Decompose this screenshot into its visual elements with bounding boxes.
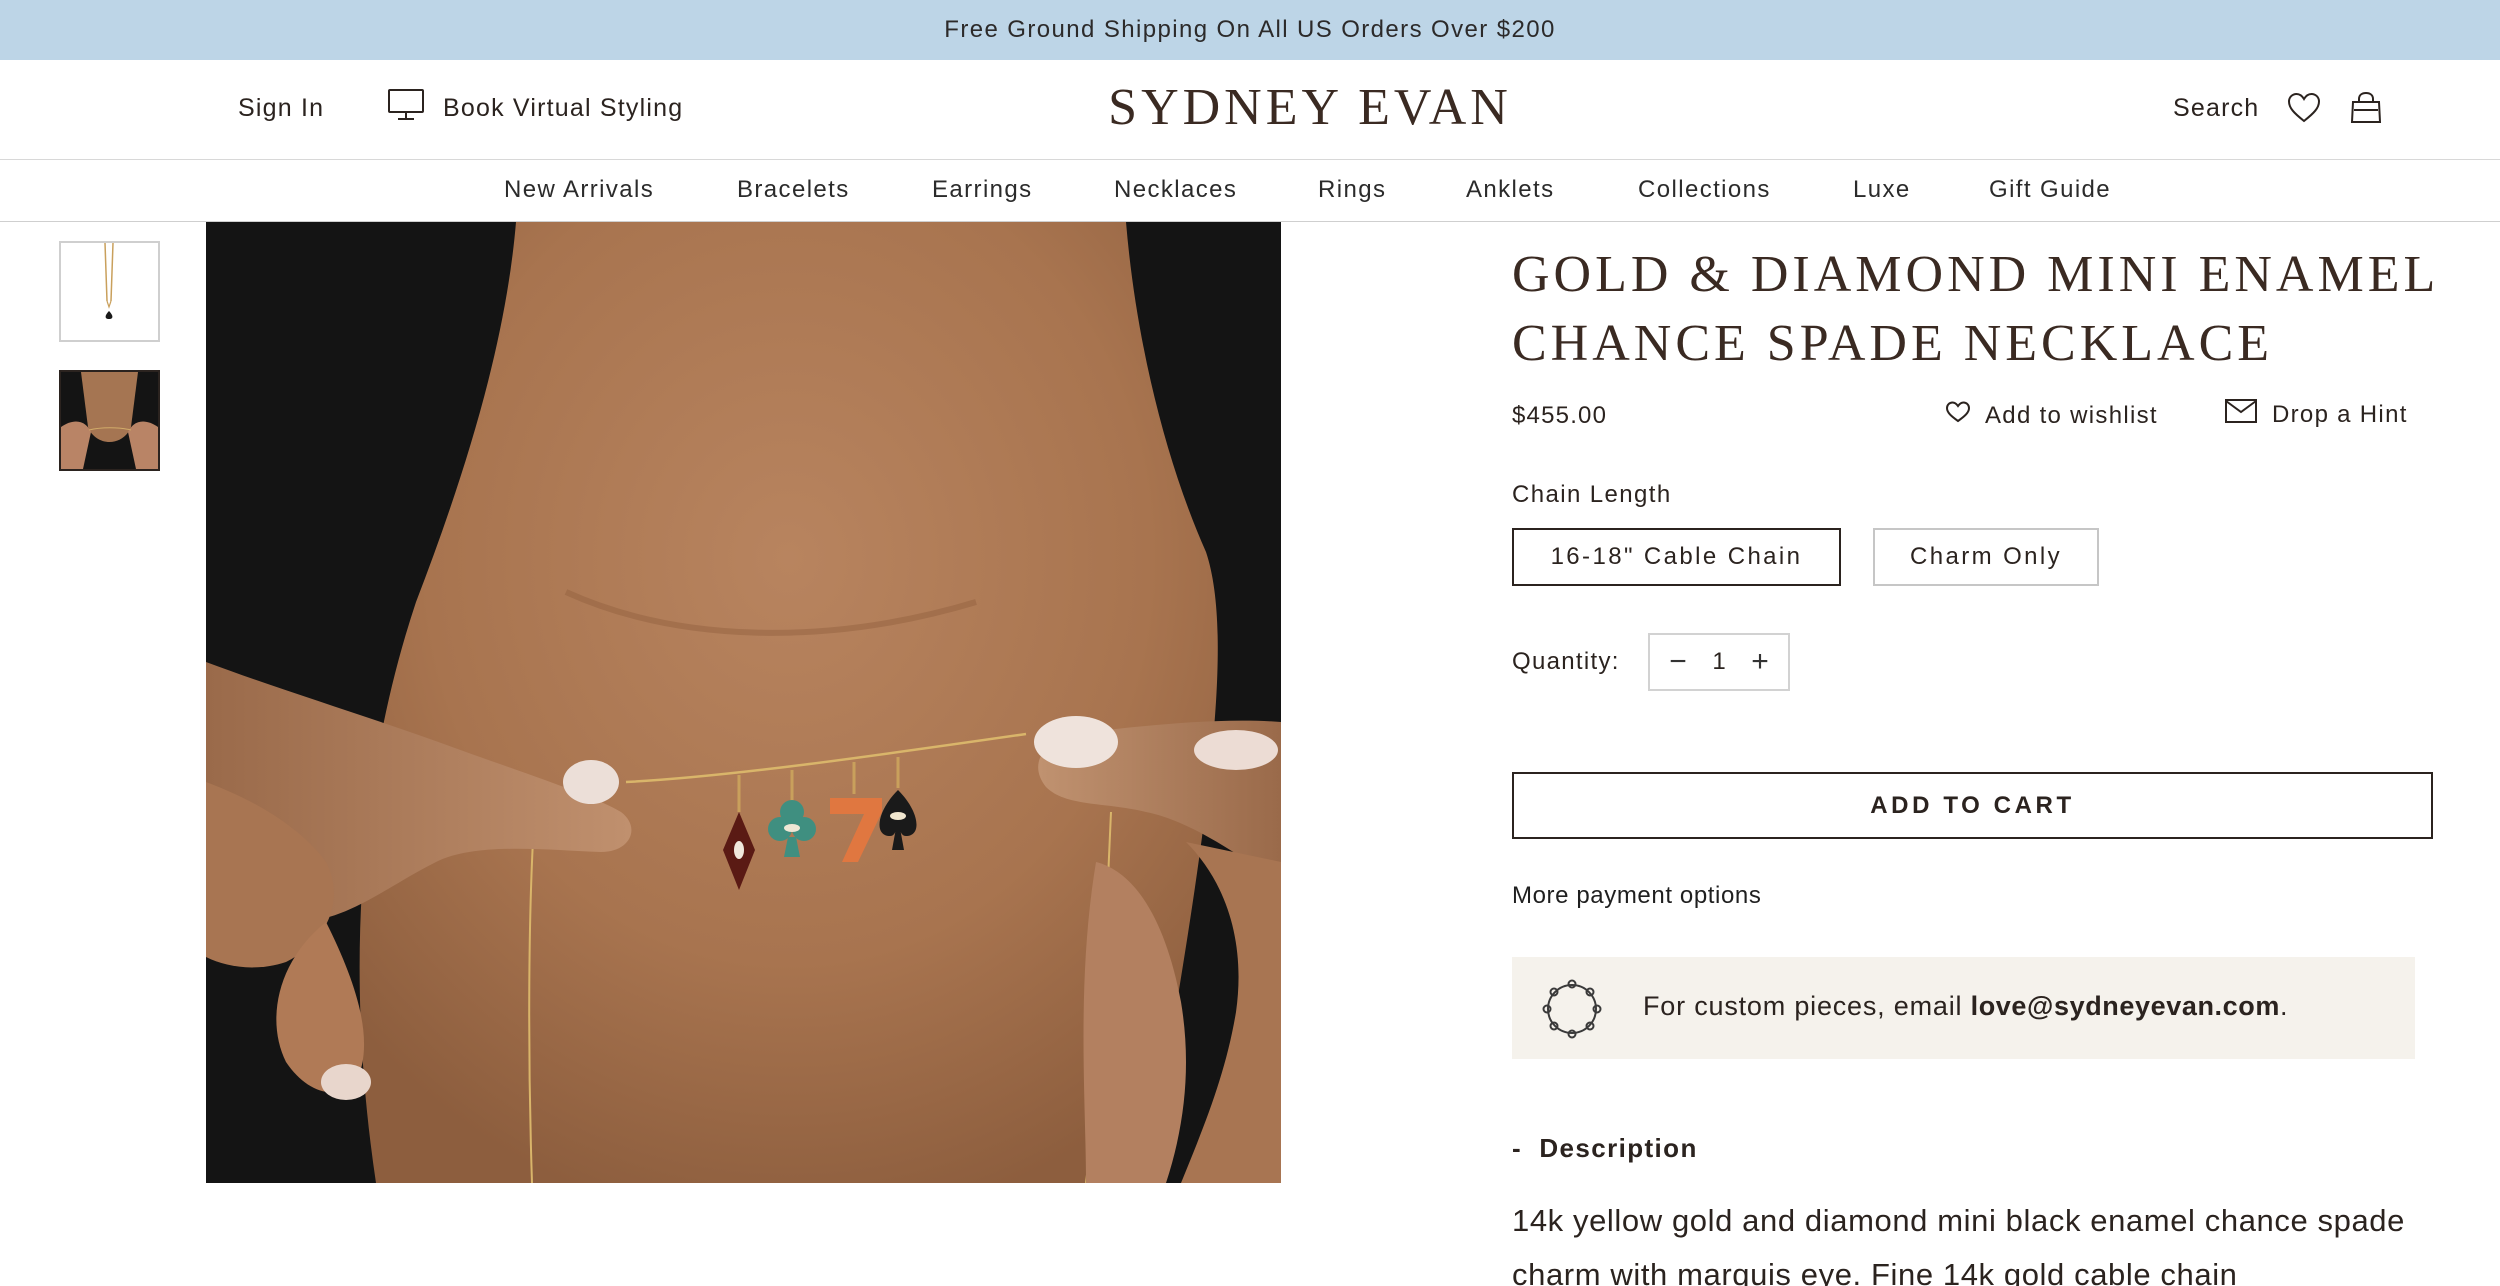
book-virtual-styling-label: Book Virtual Styling: [443, 93, 684, 122]
description-text: 14k yellow gold and diamond mini black e…: [1512, 1203, 2405, 1286]
mail-icon: [2224, 398, 2258, 431]
sign-in-link[interactable]: Sign In: [238, 94, 324, 123]
add-to-wishlist-label: Add to wishlist: [1985, 401, 2158, 429]
announcement-text: Free Ground Shipping On All US Orders Ov…: [944, 16, 1556, 43]
nav-item-rings[interactable]: Rings: [1318, 176, 1386, 204]
more-payment-options-link[interactable]: More payment options: [1512, 882, 1761, 910]
custom-pieces-prefix: For custom pieces, email: [1643, 991, 1971, 1021]
nav-item-collections[interactable]: Collections: [1638, 176, 1771, 204]
nav-item-new-arrivals[interactable]: New Arrivals: [504, 176, 654, 204]
nav-item-luxe[interactable]: Luxe: [1853, 176, 1911, 204]
main-navigation: New Arrivals Bracelets Earrings Necklace…: [0, 160, 2500, 222]
bracelet-icon: [1538, 975, 1606, 1048]
announcement-bar: Free Ground Shipping On All US Orders Ov…: [0, 0, 2500, 60]
add-to-cart-button[interactable]: ADD TO CART: [1512, 772, 2433, 839]
nav-item-anklets[interactable]: Anklets: [1466, 176, 1555, 204]
product-title: GOLD & DIAMOND MINI ENAMEL CHANCE SPADE …: [1512, 246, 2438, 372]
heart-icon: [1945, 400, 1971, 431]
collapse-icon: -: [1512, 1133, 1523, 1163]
nav-item-bracelets[interactable]: Bracelets: [737, 176, 850, 204]
custom-email-link[interactable]: love@sydneyevan.com: [1971, 991, 2280, 1021]
nav-item-gift-guide[interactable]: Gift Guide: [1989, 176, 2111, 204]
product-thumbnail-2[interactable]: [59, 370, 160, 471]
book-virtual-styling-link[interactable]: Book Virtual Styling: [387, 88, 683, 128]
product-price: $455.00: [1512, 402, 1608, 429]
option-charm-only[interactable]: Charm Only: [1873, 528, 2099, 586]
chain-length-label: Chain Length: [1512, 481, 1672, 508]
plus-icon[interactable]: +: [1748, 647, 1772, 677]
product-thumbnail-1[interactable]: [59, 241, 160, 342]
quantity-stepper: − +: [1648, 633, 1790, 691]
quantity-label: Quantity:: [1512, 648, 1620, 675]
bag-icon[interactable]: [2348, 90, 2384, 126]
drop-a-hint-button[interactable]: Drop a Hint: [2224, 398, 2408, 431]
custom-pieces-suffix: .: [2279, 991, 2289, 1021]
heart-icon[interactable]: [2286, 90, 2322, 126]
main-product-image[interactable]: [206, 222, 1281, 1183]
nav-item-earrings[interactable]: Earrings: [932, 176, 1033, 204]
monitor-icon: [387, 88, 425, 129]
drop-a-hint-label: Drop a Hint: [2272, 400, 2408, 428]
custom-pieces-text: For custom pieces, email love@sydneyevan…: [1643, 991, 2288, 1022]
quantity-input[interactable]: [1699, 648, 1739, 676]
minus-icon[interactable]: −: [1666, 647, 1690, 677]
search-link[interactable]: Search: [2173, 94, 2259, 123]
add-to-wishlist-button[interactable]: Add to wishlist: [1945, 400, 2158, 431]
site-header: Sign In Book Virtual Styling SYDNEY EVAN…: [0, 60, 2500, 160]
option-cable-chain[interactable]: 16-18" Cable Chain: [1512, 528, 1841, 586]
custom-pieces-banner: For custom pieces, email love@sydneyevan…: [1512, 957, 2415, 1059]
description-heading: Description: [1539, 1133, 1698, 1163]
description-toggle[interactable]: - Description: [1512, 1133, 1698, 1164]
site-logo[interactable]: SYDNEY EVAN: [1050, 78, 1570, 137]
nav-item-necklaces[interactable]: Necklaces: [1114, 176, 1237, 204]
